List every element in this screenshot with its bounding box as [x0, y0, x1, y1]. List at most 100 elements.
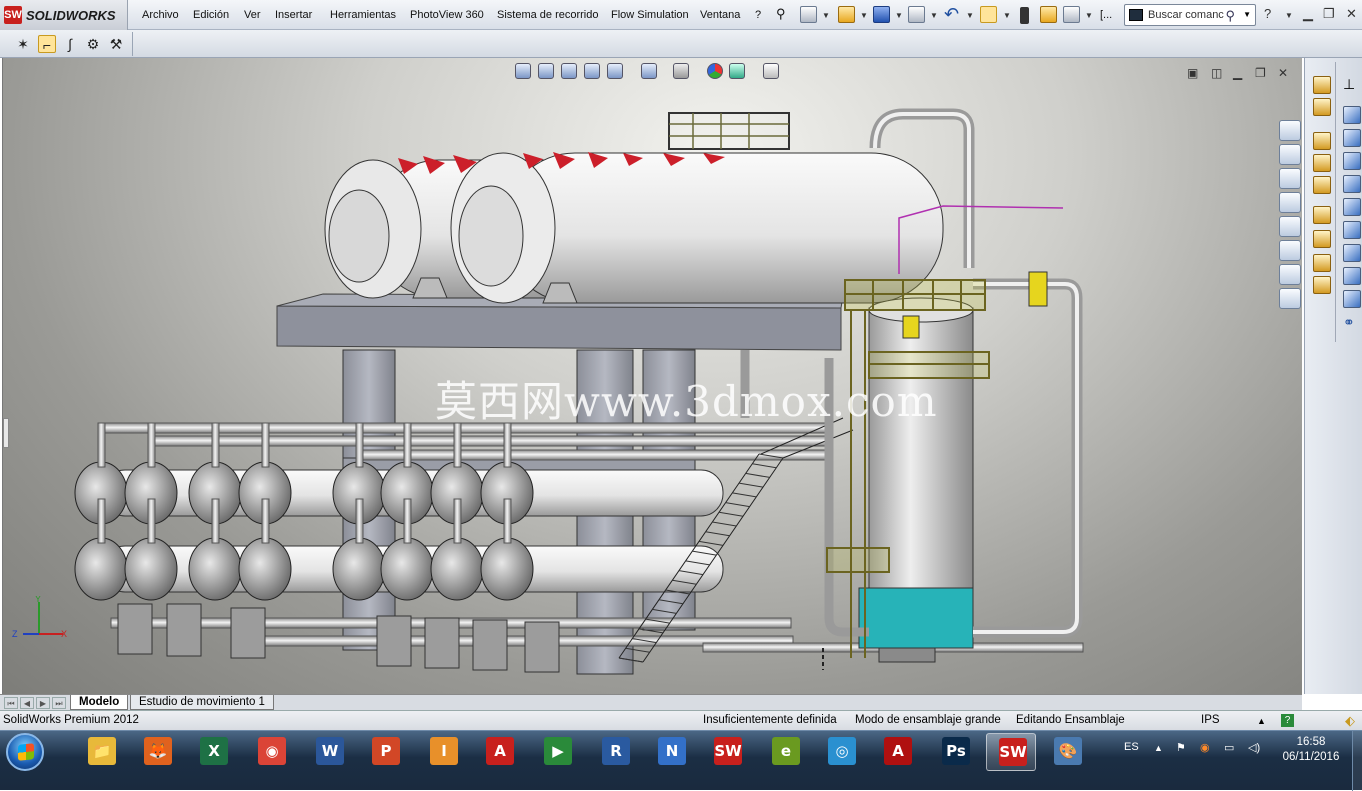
taskbar-edrawings[interactable]: e	[760, 733, 810, 771]
taskbar-project[interactable]: ▶	[532, 733, 582, 771]
taskbar-photoshop[interactable]: Ps	[930, 733, 980, 771]
undo-icon[interactable]: ↶	[944, 4, 959, 25]
customize-icon[interactable]	[1063, 6, 1080, 23]
minimize-icon[interactable]: ▁	[1303, 6, 1313, 22]
volume-icon[interactable]: ◁)	[1248, 741, 1260, 754]
command-search[interactable]: Buscar comanc ⚲ ▼	[1124, 4, 1256, 26]
chevron-down-icon[interactable]: ▼	[822, 11, 830, 20]
view-palette-icon[interactable]	[1279, 192, 1301, 213]
taskbar-firefox[interactable]: 🦊	[132, 733, 182, 771]
chevron-down-icon[interactable]: ▼	[1243, 10, 1251, 19]
save-icon[interactable]	[873, 6, 890, 23]
pin-icon[interactable]: ⚲	[776, 6, 786, 22]
view-settings-icon[interactable]	[763, 63, 779, 79]
view-bottom-icon[interactable]	[1343, 221, 1361, 239]
view-orientation-icon[interactable]	[607, 63, 623, 79]
chevron-down-icon[interactable]: ▼	[1003, 11, 1011, 20]
options-icon[interactable]	[1040, 6, 1057, 23]
view-isometric-icon[interactable]	[1343, 244, 1361, 262]
view-top-icon[interactable]	[1343, 198, 1361, 216]
route-properties-icon[interactable]	[1313, 76, 1331, 94]
print-icon[interactable]	[908, 6, 925, 23]
taskbar-chrome[interactable]: ◉	[246, 733, 296, 771]
help-icon[interactable]: ?	[1264, 6, 1271, 21]
zoom-to-area-icon[interactable]	[538, 63, 554, 79]
taskbar-revit[interactable]: R	[590, 733, 640, 771]
app-logo[interactable]: SW SOLIDWORKS	[0, 0, 128, 30]
view-dimetric-icon[interactable]	[1343, 290, 1361, 308]
tray-expand-icon[interactable]: ▲	[1154, 743, 1163, 753]
graphics-viewport[interactable]: 莫西网www.3dmox.com ▣ ◫ ▁ ❐ ✕ Y X Z	[2, 58, 1302, 694]
taskbar-paint[interactable]: 🎨	[1042, 733, 1092, 771]
panel-collapse-handle[interactable]	[3, 418, 9, 448]
menu-edicion[interactable]: Edición	[193, 9, 229, 21]
status-units[interactable]: IPS	[1201, 714, 1220, 726]
restore-icon[interactable]: ❐	[1323, 6, 1335, 22]
new-document-icon[interactable]	[800, 6, 817, 23]
normal-to-icon[interactable]: ⊥	[1343, 76, 1361, 94]
valve-icon[interactable]	[1313, 254, 1331, 272]
search-icon[interactable]: ⚲	[1225, 8, 1235, 24]
home-icon[interactable]	[1279, 120, 1301, 141]
taskbar-solidworks-b[interactable]: SW	[986, 733, 1036, 771]
traffic-light-icon[interactable]	[1020, 7, 1029, 24]
menu-insertar[interactable]: Insertar	[275, 9, 312, 21]
menu-sistema-recorrido[interactable]: Sistema de recorrido	[497, 9, 599, 21]
previous-view-icon[interactable]	[561, 63, 577, 79]
pipe-drawing-icon[interactable]	[1313, 230, 1331, 248]
system-clock[interactable]: 16:58 06/11/2016	[1278, 735, 1344, 765]
file-explorer-icon[interactable]	[1279, 168, 1301, 189]
route-valve-icon[interactable]: ⚒	[107, 35, 125, 53]
chevron-down-icon[interactable]: ▼	[966, 11, 974, 20]
rebuild-icon[interactable]: ⬖	[1345, 713, 1355, 729]
menu-herramientas[interactable]: Herramientas	[330, 9, 396, 21]
help-status-icon[interactable]: ?	[1281, 714, 1294, 727]
tab-next-icon[interactable]: ▶	[36, 697, 50, 709]
edit-route-icon[interactable]	[1313, 98, 1331, 116]
menu-ventana[interactable]: Ventana	[700, 9, 740, 21]
section-view-icon[interactable]	[584, 63, 600, 79]
taskbar-inventor[interactable]: I	[418, 733, 468, 771]
menu-help[interactable]: ?	[755, 9, 761, 21]
tab-prev-icon[interactable]: ◀	[20, 697, 34, 709]
viewport-close-icon[interactable]: ✕	[1278, 66, 1288, 80]
view-back-icon[interactable]	[1343, 129, 1361, 147]
menu-archivo[interactable]: Archivo	[142, 9, 179, 21]
tab-last-icon[interactable]: ⏭	[52, 697, 66, 709]
route-flange-icon[interactable]: ⚙	[84, 35, 102, 53]
add-fitting-icon[interactable]	[1313, 132, 1331, 150]
network-icon[interactable]: ▭	[1224, 741, 1234, 754]
taskbar-powerpoint[interactable]: P	[360, 733, 410, 771]
tab-first-icon[interactable]: ⏮	[4, 697, 18, 709]
viewport-tile-icon[interactable]: ▣	[1187, 66, 1198, 80]
chevron-down-icon[interactable]: ▼	[930, 11, 938, 20]
bom-icon[interactable]	[1313, 276, 1331, 294]
hide-show-items-icon[interactable]	[673, 63, 689, 79]
language-indicator[interactable]: ES	[1124, 741, 1139, 753]
update-icon[interactable]: ◉	[1200, 741, 1210, 754]
chevron-down-icon[interactable]: ▼	[895, 11, 903, 20]
route-pipe-icon[interactable]: ⌐	[38, 35, 56, 53]
chevron-down-icon[interactable]: ▼	[1285, 11, 1293, 20]
edit-appearance-icon[interactable]	[707, 63, 723, 79]
taskbar-solidworks-a[interactable]: SW	[702, 733, 752, 771]
taskbar-explorer[interactable]: 📁	[76, 733, 126, 771]
menu-flow-simulation[interactable]: Flow Simulation	[611, 9, 689, 21]
taskbar-autocad[interactable]: A	[474, 733, 524, 771]
apply-scene-icon[interactable]	[729, 63, 745, 79]
action-center-icon[interactable]: ⚑	[1176, 741, 1186, 754]
appearances-icon[interactable]	[1279, 216, 1301, 237]
view-right-icon[interactable]	[1343, 175, 1361, 193]
view-left-icon[interactable]	[1343, 152, 1361, 170]
custom-properties-icon[interactable]	[1279, 240, 1301, 261]
flange-icon[interactable]	[1313, 206, 1331, 224]
select-arrow-icon[interactable]	[980, 6, 997, 23]
taskbar-excel[interactable]: X	[188, 733, 238, 771]
solidworks-forum-icon[interactable]	[1279, 264, 1301, 285]
zoom-to-fit-icon[interactable]	[515, 63, 531, 79]
chevron-down-icon[interactable]: ▼	[860, 11, 868, 20]
split-route-icon[interactable]	[1313, 176, 1331, 194]
viewport-restore-icon[interactable]: ❐	[1255, 66, 1266, 80]
route-sketch-icon[interactable]: ✶	[14, 35, 32, 53]
chevron-up-icon[interactable]: ▲	[1257, 716, 1266, 726]
